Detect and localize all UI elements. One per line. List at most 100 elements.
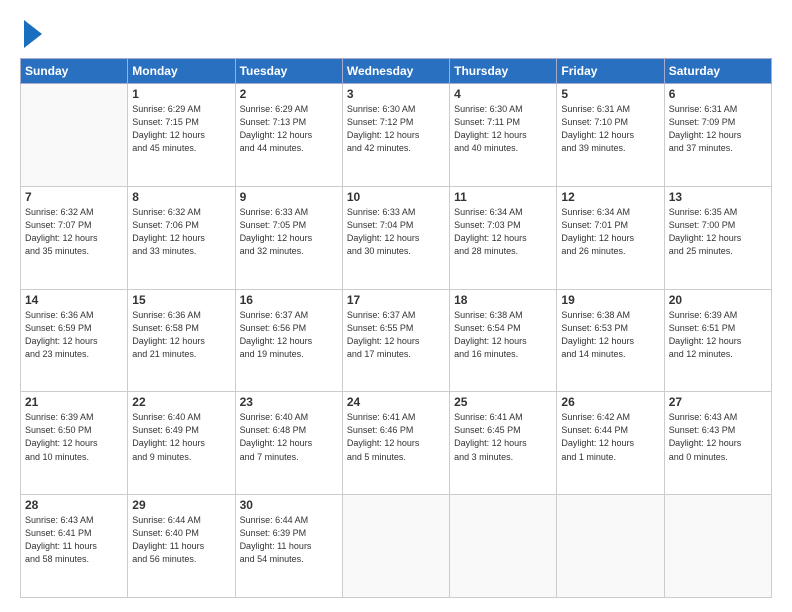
day-info: Sunrise: 6:29 AM Sunset: 7:13 PM Dayligh… — [240, 103, 338, 155]
calendar-cell — [450, 495, 557, 598]
calendar-cell: 30 Sunrise: 6:44 AM Sunset: 6:39 PM Dayli… — [235, 495, 342, 598]
day-info: Sunrise: 6:31 AM Sunset: 7:09 PM Dayligh… — [669, 103, 767, 155]
day-info: Sunrise: 6:41 AM Sunset: 6:46 PM Dayligh… — [347, 411, 445, 463]
day-number: 13 — [669, 190, 767, 204]
page: SundayMondayTuesdayWednesdayThursdayFrid… — [0, 0, 792, 612]
day-info: Sunrise: 6:40 AM Sunset: 6:48 PM Dayligh… — [240, 411, 338, 463]
day-number: 1 — [132, 87, 230, 101]
calendar-cell: 14 Sunrise: 6:36 AM Sunset: 6:59 PM Dayli… — [21, 289, 128, 392]
day-info: Sunrise: 6:35 AM Sunset: 7:00 PM Dayligh… — [669, 206, 767, 258]
week-row-1: 7 Sunrise: 6:32 AM Sunset: 7:07 PM Daylig… — [21, 186, 772, 289]
calendar-cell: 21 Sunrise: 6:39 AM Sunset: 6:50 PM Dayli… — [21, 392, 128, 495]
calendar-cell: 18 Sunrise: 6:38 AM Sunset: 6:54 PM Dayli… — [450, 289, 557, 392]
day-info: Sunrise: 6:32 AM Sunset: 7:06 PM Dayligh… — [132, 206, 230, 258]
day-number: 9 — [240, 190, 338, 204]
day-number: 12 — [561, 190, 659, 204]
day-info: Sunrise: 6:43 AM Sunset: 6:43 PM Dayligh… — [669, 411, 767, 463]
day-info: Sunrise: 6:42 AM Sunset: 6:44 PM Dayligh… — [561, 411, 659, 463]
day-info: Sunrise: 6:39 AM Sunset: 6:51 PM Dayligh… — [669, 309, 767, 361]
day-info: Sunrise: 6:30 AM Sunset: 7:12 PM Dayligh… — [347, 103, 445, 155]
calendar-cell: 17 Sunrise: 6:37 AM Sunset: 6:55 PM Dayli… — [342, 289, 449, 392]
day-number: 30 — [240, 498, 338, 512]
day-number: 22 — [132, 395, 230, 409]
day-number: 6 — [669, 87, 767, 101]
day-number: 24 — [347, 395, 445, 409]
day-number: 11 — [454, 190, 552, 204]
week-row-0: 1 Sunrise: 6:29 AM Sunset: 7:15 PM Daylig… — [21, 84, 772, 187]
calendar-cell: 19 Sunrise: 6:38 AM Sunset: 6:53 PM Dayli… — [557, 289, 664, 392]
day-info: Sunrise: 6:40 AM Sunset: 6:49 PM Dayligh… — [132, 411, 230, 463]
week-row-4: 28 Sunrise: 6:43 AM Sunset: 6:41 PM Dayli… — [21, 495, 772, 598]
day-info: Sunrise: 6:30 AM Sunset: 7:11 PM Dayligh… — [454, 103, 552, 155]
calendar-table: SundayMondayTuesdayWednesdayThursdayFrid… — [20, 58, 772, 598]
week-row-2: 14 Sunrise: 6:36 AM Sunset: 6:59 PM Dayli… — [21, 289, 772, 392]
day-number: 29 — [132, 498, 230, 512]
day-number: 27 — [669, 395, 767, 409]
day-number: 14 — [25, 293, 123, 307]
calendar-cell: 13 Sunrise: 6:35 AM Sunset: 7:00 PM Dayli… — [664, 186, 771, 289]
calendar-cell: 5Sunrise: 6:31 AM Sunset: 7:10 PM Daylig… — [557, 84, 664, 187]
day-number: 19 — [561, 293, 659, 307]
day-number: 3 — [347, 87, 445, 101]
day-info: Sunrise: 6:36 AM Sunset: 6:59 PM Dayligh… — [25, 309, 123, 361]
day-info: Sunrise: 6:38 AM Sunset: 6:54 PM Dayligh… — [454, 309, 552, 361]
weekday-header-wednesday: Wednesday — [342, 59, 449, 84]
day-number: 17 — [347, 293, 445, 307]
day-info: Sunrise: 6:37 AM Sunset: 6:56 PM Dayligh… — [240, 309, 338, 361]
weekday-header-monday: Monday — [128, 59, 235, 84]
day-number: 25 — [454, 395, 552, 409]
day-info: Sunrise: 6:31 AM Sunset: 7:10 PM Dayligh… — [561, 103, 659, 155]
calendar-cell: 10 Sunrise: 6:33 AM Sunset: 7:04 PM Dayli… — [342, 186, 449, 289]
day-info: Sunrise: 6:44 AM Sunset: 6:40 PM Dayligh… — [132, 514, 230, 566]
day-number: 8 — [132, 190, 230, 204]
header — [20, 18, 772, 48]
calendar-cell: 1 Sunrise: 6:29 AM Sunset: 7:15 PM Daylig… — [128, 84, 235, 187]
calendar-cell: 3 Sunrise: 6:30 AM Sunset: 7:12 PM Daylig… — [342, 84, 449, 187]
day-number: 10 — [347, 190, 445, 204]
calendar-cell — [664, 495, 771, 598]
calendar-cell: 28 Sunrise: 6:43 AM Sunset: 6:41 PM Dayli… — [21, 495, 128, 598]
day-number: 20 — [669, 293, 767, 307]
weekday-header-friday: Friday — [557, 59, 664, 84]
week-row-3: 21 Sunrise: 6:39 AM Sunset: 6:50 PM Dayli… — [21, 392, 772, 495]
day-info: Sunrise: 6:29 AM Sunset: 7:15 PM Dayligh… — [132, 103, 230, 155]
calendar-cell: 26 Sunrise: 6:42 AM Sunset: 6:44 PM Dayli… — [557, 392, 664, 495]
day-info: Sunrise: 6:41 AM Sunset: 6:45 PM Dayligh… — [454, 411, 552, 463]
calendar-cell: 8 Sunrise: 6:32 AM Sunset: 7:06 PM Daylig… — [128, 186, 235, 289]
weekday-header-saturday: Saturday — [664, 59, 771, 84]
day-number: 7 — [25, 190, 123, 204]
day-info: Sunrise: 6:32 AM Sunset: 7:07 PM Dayligh… — [25, 206, 123, 258]
calendar-cell: 6 Sunrise: 6:31 AM Sunset: 7:09 PM Daylig… — [664, 84, 771, 187]
calendar-cell — [557, 495, 664, 598]
calendar-cell — [342, 495, 449, 598]
weekday-header-row: SundayMondayTuesdayWednesdayThursdayFrid… — [21, 59, 772, 84]
day-info: Sunrise: 6:36 AM Sunset: 6:58 PM Dayligh… — [132, 309, 230, 361]
calendar-cell: 23Sunrise: 6:40 AM Sunset: 6:48 PM Dayli… — [235, 392, 342, 495]
day-info: Sunrise: 6:38 AM Sunset: 6:53 PM Dayligh… — [561, 309, 659, 361]
calendar-cell: 22 Sunrise: 6:40 AM Sunset: 6:49 PM Dayli… — [128, 392, 235, 495]
day-number: 4 — [454, 87, 552, 101]
weekday-header-thursday: Thursday — [450, 59, 557, 84]
day-info: Sunrise: 6:34 AM Sunset: 7:01 PM Dayligh… — [561, 206, 659, 258]
day-number: 26 — [561, 395, 659, 409]
day-number: 16 — [240, 293, 338, 307]
calendar-cell: 15Sunrise: 6:36 AM Sunset: 6:58 PM Dayli… — [128, 289, 235, 392]
day-info: Sunrise: 6:33 AM Sunset: 7:04 PM Dayligh… — [347, 206, 445, 258]
calendar-cell: 27 Sunrise: 6:43 AM Sunset: 6:43 PM Dayli… — [664, 392, 771, 495]
calendar-cell: 20 Sunrise: 6:39 AM Sunset: 6:51 PM Dayli… — [664, 289, 771, 392]
calendar-cell: 16 Sunrise: 6:37 AM Sunset: 6:56 PM Dayli… — [235, 289, 342, 392]
calendar-cell: 25 Sunrise: 6:41 AM Sunset: 6:45 PM Dayli… — [450, 392, 557, 495]
day-number: 21 — [25, 395, 123, 409]
day-number: 2 — [240, 87, 338, 101]
day-number: 28 — [25, 498, 123, 512]
day-info: Sunrise: 6:33 AM Sunset: 7:05 PM Dayligh… — [240, 206, 338, 258]
day-info: Sunrise: 6:44 AM Sunset: 6:39 PM Dayligh… — [240, 514, 338, 566]
logo — [20, 18, 42, 48]
calendar-cell: 9 Sunrise: 6:33 AM Sunset: 7:05 PM Daylig… — [235, 186, 342, 289]
day-info: Sunrise: 6:37 AM Sunset: 6:55 PM Dayligh… — [347, 309, 445, 361]
day-info: Sunrise: 6:43 AM Sunset: 6:41 PM Dayligh… — [25, 514, 123, 566]
calendar-cell: 11Sunrise: 6:34 AM Sunset: 7:03 PM Dayli… — [450, 186, 557, 289]
calendar-cell: 2 Sunrise: 6:29 AM Sunset: 7:13 PM Daylig… — [235, 84, 342, 187]
day-info: Sunrise: 6:39 AM Sunset: 6:50 PM Dayligh… — [25, 411, 123, 463]
day-number: 18 — [454, 293, 552, 307]
